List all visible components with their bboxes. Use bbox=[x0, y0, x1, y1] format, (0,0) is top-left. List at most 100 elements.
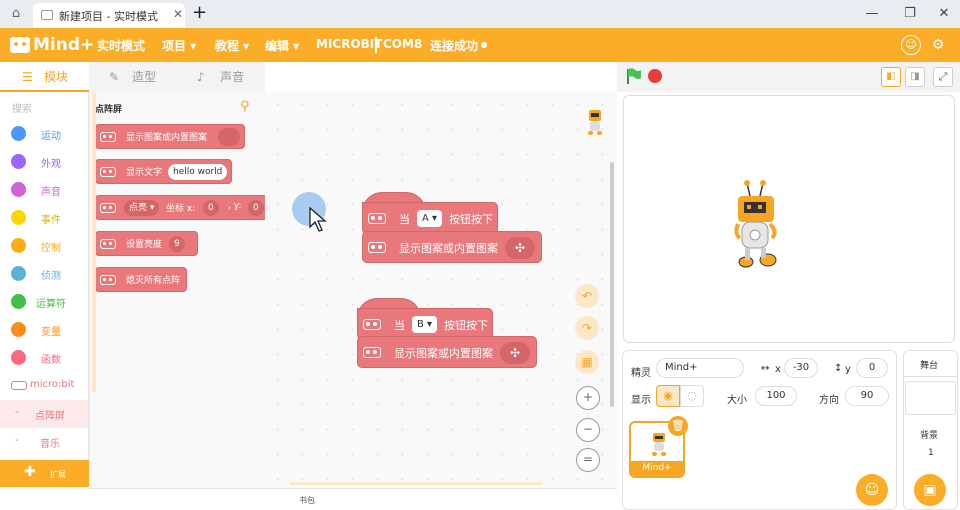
size-input[interactable]: 100 bbox=[755, 386, 797, 406]
category-label: 侦测 bbox=[41, 271, 61, 282]
stop-icon[interactable] bbox=[648, 69, 662, 83]
category-events[interactable]: 事件 bbox=[0, 204, 88, 232]
text-input[interactable]: hello world bbox=[168, 164, 228, 180]
category-looks[interactable]: 外观 bbox=[0, 148, 88, 176]
undo-icon[interactable]: ↶ bbox=[575, 284, 599, 308]
block-clear-screen[interactable]: 熄灭所有点阵 bbox=[95, 267, 187, 292]
trash-icon[interactable]: 🗑 bbox=[668, 416, 688, 436]
home-icon[interactable]: ⌂ bbox=[8, 6, 24, 22]
brightness-dropdown[interactable]: 9 bbox=[169, 236, 185, 252]
button-b-dropdown[interactable]: B ▾ bbox=[412, 316, 438, 333]
minimize-button[interactable]: — bbox=[862, 4, 882, 24]
clean-up-icon[interactable]: ▦ bbox=[575, 350, 599, 374]
category-label: 控制 bbox=[41, 243, 61, 254]
button-a-dropdown[interactable]: A ▾ bbox=[417, 210, 443, 227]
category-label: 函数 bbox=[41, 355, 61, 366]
hide-eye-icon[interactable]: ◌ bbox=[680, 385, 704, 407]
category-dot-icon bbox=[11, 154, 26, 169]
microbit-block-icon bbox=[100, 167, 116, 177]
extension-button[interactable]: ✚ 扩展 bbox=[0, 460, 89, 487]
zoom-in-button[interactable]: + bbox=[576, 386, 600, 410]
add-backdrop-button[interactable]: ▣ bbox=[914, 474, 946, 506]
block-show-pattern[interactable]: 显示图案或内置图案 bbox=[95, 124, 245, 149]
show-eye-icon[interactable]: ◉ bbox=[656, 385, 680, 407]
menu-project[interactable]: 项目 ▾ bbox=[162, 37, 196, 54]
coord-x-dropdown[interactable]: 0 bbox=[203, 200, 219, 216]
backdrop-thumbnail[interactable] bbox=[905, 381, 956, 415]
led-dash-icon: - bbox=[15, 407, 19, 418]
category-label: 运算符 bbox=[36, 299, 66, 310]
menu-tutorial[interactable]: 教程 ▾ bbox=[215, 37, 249, 54]
block-set-brightness[interactable]: 设置亮度 9 bbox=[95, 231, 198, 256]
category-motion[interactable]: 运动 bbox=[0, 120, 88, 148]
menu-port[interactable]: COM8 bbox=[383, 37, 422, 51]
zoom-reset-button[interactable]: = bbox=[576, 448, 600, 472]
plot-mode-dropdown[interactable]: 点亮 ▾ bbox=[124, 200, 160, 216]
sprite-card-name: Mind+ bbox=[631, 461, 683, 476]
y-arrow-icon: ↕ bbox=[834, 363, 843, 374]
category-dot-icon bbox=[11, 322, 26, 337]
app-logo: Mind+ bbox=[10, 34, 94, 56]
category-music[interactable]: - 音乐 bbox=[0, 428, 88, 456]
connection-status[interactable]: 连接成功 bbox=[430, 37, 478, 54]
flyout-scrollbar[interactable] bbox=[92, 92, 96, 392]
mind-plus-robot-sprite[interactable] bbox=[734, 178, 784, 272]
green-flag-icon[interactable] bbox=[625, 67, 643, 85]
close-tab-icon[interactable]: ✕ bbox=[173, 7, 183, 21]
tab-sounds[interactable]: ♪ 声音 bbox=[177, 62, 265, 92]
menu-edit[interactable]: 编辑 ▾ bbox=[265, 37, 299, 54]
small-stage-icon[interactable]: ◧ bbox=[881, 67, 901, 87]
direction-input[interactable]: 90 bbox=[845, 386, 889, 406]
category-operators[interactable]: 运算符 bbox=[0, 288, 88, 316]
tab-sounds-label: 声音 bbox=[220, 70, 245, 84]
category-sensing[interactable]: 侦测 bbox=[0, 260, 88, 288]
backpack-bar[interactable]: 书包 bbox=[265, 488, 617, 510]
coord-y-dropdown[interactable]: 0 bbox=[248, 200, 264, 216]
tab-title: 新建项目 - 实时模式 bbox=[59, 10, 158, 23]
led-matrix-picker[interactable]: ✣ bbox=[505, 237, 535, 259]
sprite-thumbnail bbox=[652, 433, 666, 456]
project-tab[interactable]: 新建项目 - 实时模式 ✕ bbox=[33, 3, 185, 28]
zoom-out-button[interactable]: − bbox=[576, 418, 600, 442]
y-input[interactable]: 0 bbox=[856, 358, 888, 378]
menu-device[interactable]: MICROBIT bbox=[316, 37, 382, 51]
large-stage-icon[interactable]: ◨ bbox=[905, 67, 925, 87]
add-sprite-button[interactable]: ☺ bbox=[856, 474, 888, 506]
menu-mode[interactable]: 实时模式 bbox=[97, 37, 145, 54]
category-functions[interactable]: 函数 bbox=[0, 344, 88, 372]
category-sound[interactable]: 声音 bbox=[0, 176, 88, 204]
microbit-block-icon bbox=[100, 239, 116, 249]
category-variables[interactable]: 变量 bbox=[0, 316, 88, 344]
code-workspace[interactable]: 当 A ▾ 按钮按下 显示图案或内置图案 ✣ 当 B ▾ 按钮按下 显示图案或内… bbox=[265, 92, 617, 488]
close-window-button[interactable]: ✕ bbox=[934, 4, 954, 24]
led-matrix-picker[interactable] bbox=[218, 128, 240, 146]
hat-when-label: 当 bbox=[399, 213, 410, 226]
gear-icon[interactable]: ⚙ bbox=[928, 35, 948, 55]
category-microbit[interactable]: micro:bit bbox=[0, 372, 88, 400]
stage-canvas[interactable] bbox=[623, 95, 955, 343]
block-plot[interactable]: 点亮 ▾ 坐标 x: 0 , y: 0 bbox=[95, 195, 267, 220]
restore-button[interactable]: ❐ bbox=[900, 4, 920, 24]
tab-blocks[interactable]: ☰ 模块 bbox=[0, 62, 89, 92]
x-input[interactable]: -30 bbox=[784, 358, 818, 378]
category-led-matrix[interactable]: - 点阵屏 bbox=[0, 400, 88, 428]
category-control[interactable]: 控制 bbox=[0, 232, 88, 260]
led-matrix-picker[interactable]: ✣ bbox=[500, 342, 530, 364]
block-show-pattern-b[interactable]: 显示图案或内置图案 ✣ bbox=[357, 336, 537, 368]
fullscreen-icon[interactable]: ⤢ bbox=[933, 67, 953, 87]
tab-costumes[interactable]: ✎ 造型 bbox=[89, 62, 177, 92]
search-input[interactable]: 搜索 bbox=[12, 100, 32, 115]
block-show-text[interactable]: 显示文字 hello world bbox=[95, 159, 232, 184]
block-show-pattern-a[interactable]: 显示图案或内置图案 ✣ bbox=[362, 231, 542, 263]
tab-costumes-label: 造型 bbox=[132, 70, 157, 84]
new-tab-button[interactable]: + bbox=[192, 3, 207, 23]
pin-icon[interactable]: ⚲ bbox=[240, 99, 250, 114]
workspace-v-scrollbar[interactable] bbox=[610, 162, 614, 407]
hat-block-button-a[interactable]: 当 A ▾ 按钮按下 bbox=[362, 202, 498, 234]
microbit-block-icon bbox=[363, 347, 381, 358]
redo-icon[interactable]: ↷ bbox=[575, 316, 599, 340]
category-label: 运动 bbox=[41, 131, 61, 142]
workspace-h-scrollbar[interactable] bbox=[290, 482, 543, 485]
robot-help-icon[interactable]: ☺ bbox=[901, 35, 921, 55]
sprite-name-input[interactable]: Mind+ bbox=[656, 358, 744, 378]
